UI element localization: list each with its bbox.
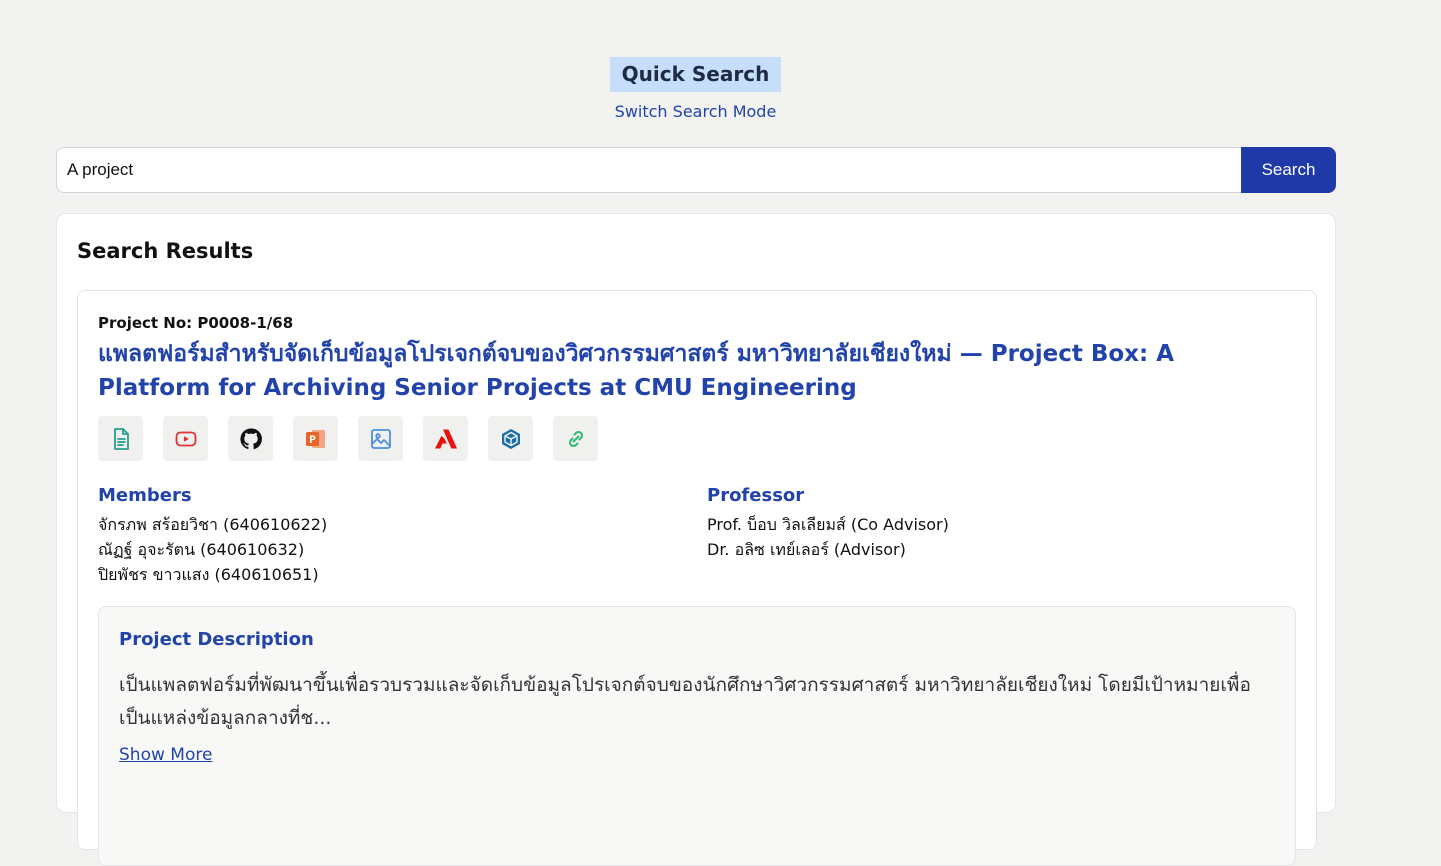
switch-search-mode-link[interactable]: Switch Search Mode [615, 102, 777, 122]
professor-name: Dr. อลิซ เทย์เลอร์ (Advisor) [707, 540, 906, 559]
link-icon[interactable] [553, 416, 598, 461]
page-title: Quick Search [609, 57, 782, 92]
search-results-title: Search Results [77, 239, 254, 263]
search-button[interactable]: Search [1241, 147, 1336, 193]
image-icon[interactable] [358, 416, 403, 461]
show-more-link[interactable]: Show More [119, 745, 212, 765]
members-section: Members จักรภพ สร้อยวิชา (640610622) ณัฏ… [98, 484, 327, 587]
members-heading: Members [98, 485, 192, 506]
adobe-icon[interactable] [423, 416, 468, 461]
professor-heading: Professor [707, 485, 805, 506]
professor-name: Prof. บ็อบ วิลเลียมส์ (Co Advisor) [707, 515, 949, 534]
search-results-panel: Search Results Project No: P0008-1/68 แพ… [56, 213, 1336, 866]
description-heading: Project Description [119, 629, 314, 650]
youtube-icon[interactable] [163, 416, 208, 461]
project-links [98, 416, 598, 461]
project-number: Project No: P0008-1/68 [98, 314, 294, 332]
member-name: ปิยพัชร ขาวแสง (640610651) [98, 565, 319, 584]
project-title-link[interactable]: แพลตฟอร์มสำหรับจัดเก็บข้อมูลโปรเจกต์จบขอ… [98, 337, 1228, 405]
project-description-box: Project Description เป็นแพลตฟอร์มที่พัฒน… [98, 606, 1296, 866]
project-card: Project No: P0008-1/68 แพลตฟอร์มสำหรับจั… [77, 290, 1317, 866]
description-text: เป็นแพลตฟอร์มที่พัฒนาขึ้นเพื่อรวบรวมและจ… [119, 674, 1251, 729]
powerpoint-icon[interactable] [293, 416, 338, 461]
search-input[interactable] [56, 147, 1241, 193]
sketchup-icon[interactable] [488, 416, 533, 461]
professor-section: Professor Prof. บ็อบ วิลเลียมส์ (Co Advi… [707, 484, 949, 562]
member-name: ณัฏฐ์ อุจะรัตน (640610632) [98, 540, 305, 559]
document-icon[interactable] [98, 416, 143, 461]
member-name: จักรภพ สร้อยวิชา (640610622) [98, 515, 328, 534]
search-bar: Search [56, 147, 1336, 193]
github-icon[interactable] [228, 416, 273, 461]
search-header: Quick Search Switch Search Mode [0, 57, 1391, 122]
